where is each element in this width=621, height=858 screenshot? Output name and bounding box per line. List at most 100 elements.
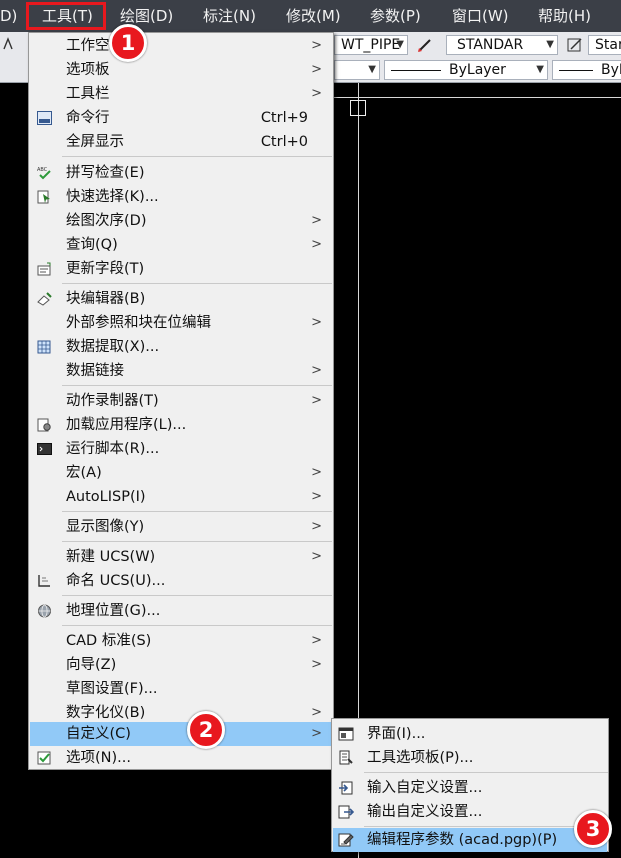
menu-modify[interactable]: 修改(M) [286,0,341,32]
menu-item-quick-select[interactable]: 快速选择(K)... [30,185,332,209]
globe-icon [37,604,52,618]
chevron-down-icon: ▼ [536,64,544,75]
submenu-item-edit-program-parameters[interactable]: 编辑程序参数 (acad.pgp)(P) [333,828,607,852]
menu-item-drafting-settings[interactable]: 草图设置(F)... [30,677,332,701]
dim-style-icon[interactable] [566,36,584,54]
menu-item-load-application[interactable]: 加载应用程序(L)... [30,413,332,437]
menu-item-spelling[interactable]: ABC 拼写检查(E) [30,161,332,185]
menu-item-autolisp[interactable]: AutoLISP(I) > [30,485,332,509]
menu-item-label: CAD 标准(S) [66,633,152,649]
menu-item-label: 工具栏 [66,86,110,102]
menu-draw-partial[interactable]: D) [0,0,17,32]
tools-highlight-box [26,2,106,30]
menu-item-macro[interactable]: 宏(A) > [30,461,332,485]
lineweight-combo-value: ByL [601,62,621,78]
menu-item-update-fields[interactable]: 更新字段(T) [30,257,332,281]
menu-item-block-editor[interactable]: 块编辑器(B) [30,287,332,311]
menu-parametric[interactable]: 参数(P) [370,0,421,32]
submenu-item-import-customizations[interactable]: 输入自定义设置... [333,776,607,800]
chevron-right-icon: > [311,726,322,741]
menu-item-display-image[interactable]: 显示图像(Y) > [30,515,332,539]
menu-item-xref-in-place-edit[interactable]: 外部参照和块在位编辑 > [30,311,332,335]
menu-item-new-ucs[interactable]: 新建 UCS(W) > [30,545,332,569]
menu-item-label: 块编辑器(B) [66,291,146,307]
chevron-right-icon: > [311,213,322,228]
menu-separator [62,385,332,386]
menu-item-data-links[interactable]: 数据链接 > [30,359,332,383]
menu-item-customize[interactable]: 自定义(C) > [30,722,332,746]
submenu-item-export-customizations[interactable]: 输出自定义设置... [333,800,607,824]
step-badge-3: 3 [574,810,612,848]
export-icon [338,804,355,820]
text-style-combo[interactable]: STANDAR ▼ [446,35,558,55]
chevron-right-icon: > [311,657,322,672]
submenu-separator [364,826,608,827]
menu-item-label: 选项(N)... [66,750,131,766]
options-check-icon [37,751,52,765]
menu-item-label: 选项板 [66,62,110,78]
menu-item-label: 动作录制器(T) [66,393,159,409]
menu-item-label: 数据链接 [66,363,124,379]
linetype-combo[interactable]: ByLayer ▼ [384,60,548,80]
crosshair-horizontal [330,97,621,98]
menu-window[interactable]: 窗口(W) [452,0,509,32]
menu-item-run-script[interactable]: 运行脚本(R)... [30,437,332,461]
color-combo[interactable]: ▼ [334,60,380,80]
menu-separator [62,625,332,626]
menu-item-draw-order[interactable]: 绘图次序(D) > [30,209,332,233]
submenu-item-label: 编辑程序参数 (acad.pgp)(P) [367,832,558,848]
layer-combo-value: WT_PIPE [341,37,401,53]
submenu-item-tool-palettes[interactable]: 工具选项板(P)... [333,746,607,770]
menu-item-label: 新建 UCS(W) [66,549,156,565]
menu-item-geographic-location[interactable]: 地理位置(G)... [30,599,332,623]
linetype-combo-value: ByLayer [449,62,506,78]
chevron-down-icon: ▼ [396,39,404,50]
run-script-icon [37,442,52,456]
chevron-right-icon: > [311,38,322,53]
menu-item-inquiry[interactable]: 查询(Q) > [30,233,332,257]
menu-item-options[interactable]: 选项(N)... [30,746,332,770]
menu-item-palettes[interactable]: 选项板 > [30,58,332,82]
submenu-item-interface[interactable]: 界面(I)... [333,722,607,746]
named-ucs-icon [37,574,52,588]
interface-icon [338,726,354,742]
command-line-icon [37,111,52,125]
menu-item-shortcut: Ctrl+9 [260,110,308,126]
block-editor-icon [37,292,52,306]
menu-item-cad-standards[interactable]: CAD 标准(S) > [30,629,332,653]
chevron-right-icon: > [311,62,322,77]
menu-item-clean-screen[interactable]: 全屏显示 Ctrl+0 [30,130,332,154]
data-extraction-icon [37,340,52,354]
menu-item-label: 外部参照和块在位编辑 [66,315,211,331]
step-badge-2: 2 [187,711,225,749]
submenu-item-label: 工具选项板(P)... [367,750,474,766]
layer-combo[interactable]: WT_PIPE ▼ [334,35,408,55]
lineweight-combo[interactable]: ByL [552,60,621,80]
menu-item-toolbars[interactable]: 工具栏 > [30,82,332,106]
text-style-icon[interactable] [416,36,434,54]
menu-item-named-ucs[interactable]: 命名 UCS(U)... [30,569,332,593]
menu-item-data-extraction[interactable]: 数据提取(X)... [30,335,332,359]
menu-item-label: 宏(A) [66,465,102,481]
menu-item-wizards[interactable]: 向导(Z) > [30,653,332,677]
chevron-right-icon: > [311,465,322,480]
tools-menu: 工作空间 > 选项板 > 工具栏 > 命令行 Ctrl+9 全屏显示 Ctrl+… [28,32,334,770]
chevron-right-icon: > [311,519,322,534]
menu-help[interactable]: 帮助(H) [538,0,591,32]
text-style-combo-value: STANDAR [457,37,524,53]
menu-item-label: 命令行 [66,110,110,126]
menu-item-label: AutoLISP(I) [66,489,146,505]
menu-item-label: 向导(Z) [66,657,117,673]
chevron-right-icon: > [311,393,322,408]
chevron-right-icon: > [311,86,322,101]
chevron-right-icon: > [311,633,322,648]
menu-dimension[interactable]: 标注(N) [203,0,256,32]
crosshair-pickbox [350,100,366,116]
submenu-item-label: 输出自定义设置... [367,804,483,820]
menu-item-action-recorder[interactable]: 动作录制器(T) > [30,389,332,413]
edit-pgp-icon [338,832,354,848]
menu-item-workspaces[interactable]: 工作空间 > [30,34,332,58]
menu-item-command-line[interactable]: 命令行 Ctrl+9 [30,106,332,130]
dim-style-combo[interactable]: Star [588,35,621,55]
pan-icon[interactable] [2,36,14,50]
